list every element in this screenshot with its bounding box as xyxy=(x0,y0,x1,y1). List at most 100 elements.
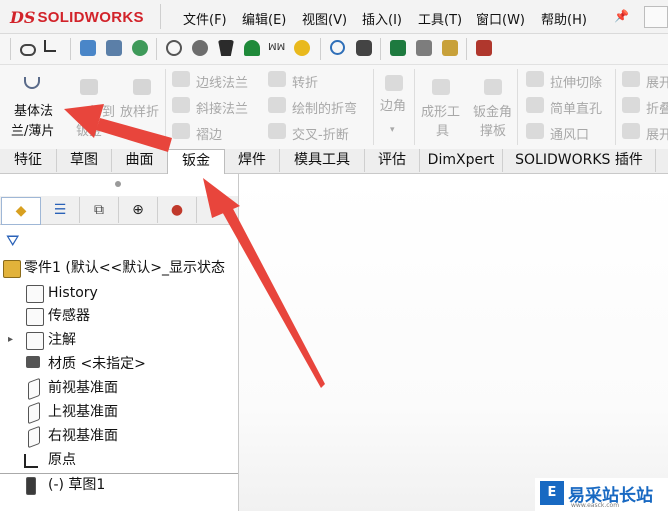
base-flange-label-1[interactable]: 基体法 xyxy=(14,100,53,119)
divider xyxy=(156,38,157,60)
tab-sheet-metal[interactable]: 钣金 xyxy=(167,149,225,174)
property-tab[interactable]: ☰ xyxy=(41,197,80,223)
convert-label-1[interactable]: 转到 xyxy=(89,101,115,120)
new-file-icon[interactable] xyxy=(442,40,458,56)
filter-icon[interactable]: ⛛ xyxy=(6,231,19,251)
tree-item-label: 注解 xyxy=(48,332,76,348)
zoom-icon[interactable] xyxy=(330,40,345,55)
hem-label[interactable]: 褶边 xyxy=(196,124,222,143)
unfold-label[interactable]: 展开 xyxy=(646,72,668,91)
jog-label[interactable]: 转折 xyxy=(292,72,318,91)
network-icon[interactable] xyxy=(106,40,122,56)
menu-edit[interactable]: 编辑(E) xyxy=(242,9,286,28)
report-icon[interactable] xyxy=(476,40,492,56)
panel-splitter[interactable] xyxy=(115,181,121,187)
forming-tool-label-2[interactable]: 具 xyxy=(436,120,449,139)
gusset-label-2[interactable]: 撑板 xyxy=(480,120,506,139)
monitor-icon[interactable] xyxy=(80,40,96,56)
miter-flange-icon[interactable] xyxy=(172,97,190,113)
hem-icon[interactable] xyxy=(172,123,190,139)
menu-insert[interactable]: 插入(I) xyxy=(362,9,402,28)
key-icon[interactable] xyxy=(20,44,36,56)
flatten-icon[interactable] xyxy=(622,123,640,139)
sketched-bend-icon[interactable] xyxy=(268,97,286,113)
tree-item-label: 上视基准面 xyxy=(48,404,118,420)
expand-arrow-icon[interactable]: ▸ xyxy=(8,329,13,351)
pin-icon[interactable]: 📌 xyxy=(614,9,629,23)
forming-tool-label-1[interactable]: 成形工 xyxy=(421,101,460,120)
sketched-bend-label[interactable]: 绘制的折弯 xyxy=(292,98,357,117)
corners-icon[interactable] xyxy=(385,75,403,91)
config-tab[interactable]: ⧉ xyxy=(80,197,119,223)
corners-dropdown-icon[interactable]: ▾ xyxy=(390,125,395,135)
menu-file[interactable]: 文件(F) xyxy=(183,9,227,28)
tab-weldments[interactable]: 焊件 xyxy=(225,149,280,172)
tab-solidworks-addins[interactable]: SOLIDWORKS 插件 xyxy=(503,149,656,172)
shield-icon[interactable] xyxy=(244,40,260,56)
rollback-bar[interactable] xyxy=(0,473,238,474)
tab-sketch[interactable]: 草图 xyxy=(57,149,112,172)
divider xyxy=(165,69,166,145)
corners-label[interactable]: 边角 xyxy=(380,95,406,114)
gusset-icon[interactable] xyxy=(484,79,502,95)
edge-flange-label[interactable]: 边线法兰 xyxy=(196,72,248,91)
edge-flange-icon[interactable] xyxy=(172,71,190,87)
extruded-cut-icon[interactable] xyxy=(526,71,544,87)
vent-icon[interactable] xyxy=(526,123,544,139)
feature-tree-tab[interactable]: ◆ xyxy=(1,197,41,225)
divider xyxy=(380,38,381,60)
tab-mold-tools[interactable]: 模具工具 xyxy=(280,149,365,172)
divider xyxy=(70,38,71,60)
part-icon xyxy=(3,260,21,278)
gusset-label-1[interactable]: 钣金角 xyxy=(473,101,512,120)
miter-flange-label[interactable]: 斜接法兰 xyxy=(196,98,248,117)
cross-break-label[interactable]: 交叉-折断 xyxy=(292,124,349,143)
chevron-right-icon[interactable]: › xyxy=(222,200,228,216)
watermark-url: www.easck.com xyxy=(571,502,620,509)
fold-label[interactable]: 折叠 xyxy=(646,98,668,117)
window-button[interactable] xyxy=(644,6,668,28)
tab-features[interactable]: 特征 xyxy=(0,149,57,172)
menu-tools[interactable]: 工具(T) xyxy=(418,9,462,28)
dimension-icon[interactable] xyxy=(44,40,56,52)
jog-icon[interactable] xyxy=(268,71,286,87)
simple-hole-icon[interactable] xyxy=(526,97,544,113)
history-icon xyxy=(26,285,44,303)
printer-icon[interactable] xyxy=(416,40,432,56)
convert-sheetmetal-icon[interactable] xyxy=(80,79,98,95)
excel-icon[interactable] xyxy=(390,40,406,56)
waveform-icon[interactable]: ꟽꟽ xyxy=(268,40,285,56)
tab-evaluate[interactable]: 评估 xyxy=(365,149,420,172)
extruded-cut-label[interactable]: 拉伸切除 xyxy=(550,72,602,91)
convert-label-2[interactable]: 钣金 xyxy=(76,120,102,139)
fold-icon[interactable] xyxy=(622,97,640,113)
flatten-label[interactable]: 展开 xyxy=(646,124,668,143)
forming-tool-icon[interactable] xyxy=(432,79,450,95)
unfold-icon[interactable] xyxy=(622,71,640,87)
base-flange-label-2[interactable]: 兰/薄片 xyxy=(11,120,54,139)
solidworks-logo[interactable]: DS SOLIDWORKS xyxy=(10,6,155,28)
globe-icon[interactable] xyxy=(132,40,148,56)
dimxpert-tab[interactable]: ⊕ xyxy=(119,197,158,223)
tab-dimxpert[interactable]: DimXpert xyxy=(420,149,503,172)
menu-view[interactable]: 视图(V) xyxy=(302,9,347,28)
binoculars-icon[interactable] xyxy=(356,40,372,56)
vent-label[interactable]: 通风口 xyxy=(550,124,589,143)
property-manager-icon: ☰ xyxy=(53,202,67,218)
menu-window[interactable]: 窗口(W) xyxy=(476,9,525,28)
display-tab[interactable]: ● xyxy=(158,197,197,223)
settings-icon[interactable] xyxy=(192,40,208,56)
lofted-bend-label[interactable]: 放样折 xyxy=(120,101,159,120)
lofted-bend-icon[interactable] xyxy=(133,79,151,95)
puzzle-icon[interactable] xyxy=(294,40,310,56)
gear-icon[interactable] xyxy=(166,40,182,56)
divider xyxy=(414,69,415,145)
toolbar-grip xyxy=(10,38,11,60)
simple-hole-label[interactable]: 简单直孔 xyxy=(550,98,602,117)
menu-help[interactable]: 帮助(H) xyxy=(541,9,587,28)
divider xyxy=(466,38,467,60)
graphics-area[interactable] xyxy=(239,174,668,511)
cross-break-icon[interactable] xyxy=(268,123,286,139)
tab-surfaces[interactable]: 曲面 xyxy=(112,149,168,172)
color-wheel-icon: ● xyxy=(170,202,184,218)
